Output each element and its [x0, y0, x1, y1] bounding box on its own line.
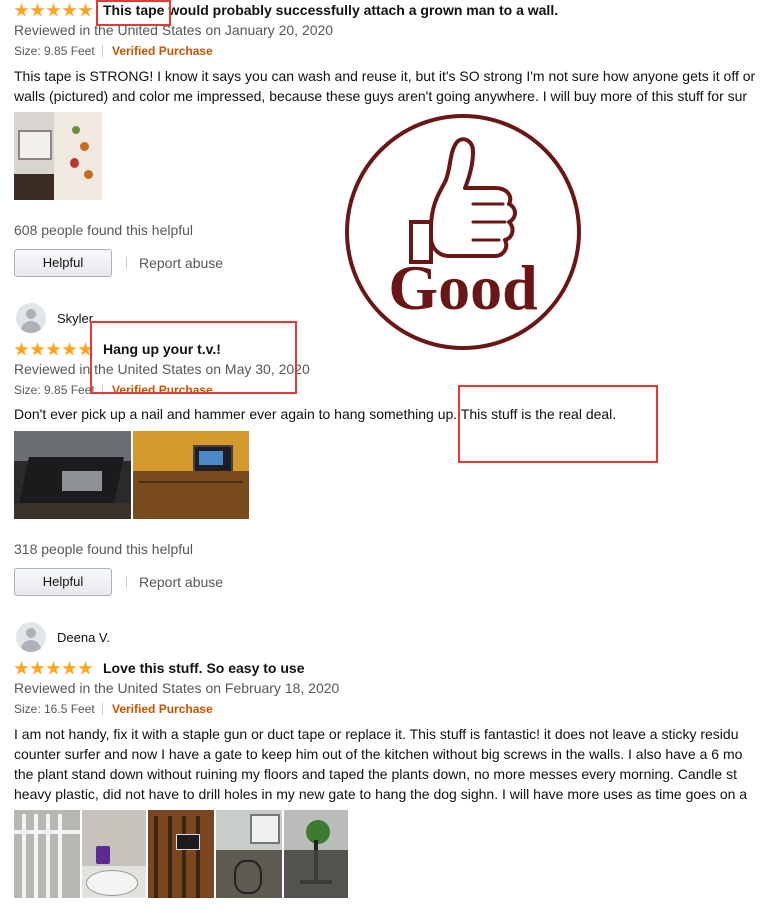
- review-date: Reviewed in the United States on January…: [14, 22, 334, 38]
- star-icon: [30, 3, 45, 17]
- stamp-text: Good: [388, 252, 538, 323]
- review-title[interactable]: Love this stuff. So easy to use: [103, 660, 305, 676]
- review-body-line: the plant stand down without ruining my …: [14, 766, 737, 782]
- star-icon: [30, 661, 45, 675]
- reviewer-name[interactable]: Skyler: [57, 311, 93, 326]
- report-abuse-link[interactable]: Report abuse: [139, 574, 223, 590]
- star-icon: [14, 342, 29, 356]
- helpful-button[interactable]: Helpful: [14, 568, 112, 596]
- review-body-line: heavy plastic, did not have to drill hol…: [14, 786, 748, 802]
- highlight-box: [90, 321, 297, 394]
- review-size: Size: 9.85 Feet: [14, 383, 95, 397]
- avatar: [16, 622, 46, 652]
- star-icon: [14, 3, 29, 17]
- highlight-box: [458, 385, 658, 463]
- helpful-button[interactable]: Helpful: [14, 249, 112, 277]
- star-rating: [14, 3, 93, 19]
- star-icon: [78, 661, 93, 675]
- avatar: [16, 303, 46, 333]
- review-photo[interactable]: [14, 810, 80, 898]
- star-icon: [46, 342, 61, 356]
- review-body-line: I am not handy, fix it with a staple gun…: [14, 726, 739, 742]
- star-icon: [30, 342, 45, 356]
- review-photo[interactable]: [82, 810, 146, 898]
- review-body-line: This tape is STRONG! I know it says you …: [14, 68, 756, 84]
- review-title[interactable]: This tape would probably successfully at…: [103, 2, 558, 18]
- divider: [126, 576, 127, 588]
- star-icon: [46, 661, 61, 675]
- star-rating: [14, 342, 93, 358]
- review-photo[interactable]: [14, 431, 131, 519]
- review-photo[interactable]: [148, 810, 214, 898]
- divider: [102, 45, 103, 57]
- review-size: Size: 16.5 Feet: [14, 702, 95, 716]
- star-icon: [62, 3, 77, 17]
- review-date: Reviewed in the United States on Februar…: [14, 680, 340, 696]
- highlight-box: [96, 0, 171, 26]
- star-icon: [78, 3, 93, 17]
- helpful-count: 318 people found this helpful: [14, 541, 194, 557]
- star-icon: [62, 661, 77, 675]
- star-icon: [46, 3, 61, 17]
- star-icon: [62, 342, 77, 356]
- verified-purchase-badge: Verified Purchase: [112, 44, 213, 58]
- review-photo[interactable]: [14, 112, 102, 200]
- report-abuse-link[interactable]: Report abuse: [139, 255, 223, 271]
- divider: [102, 703, 103, 715]
- review-body-line: counter surfer and now I have a gate to …: [14, 746, 743, 762]
- review-size: Size: 9.85 Feet: [14, 44, 95, 58]
- helpful-count: 608 people found this helpful: [14, 222, 194, 238]
- reviewer-name[interactable]: Deena V.: [57, 630, 110, 645]
- verified-purchase-badge: Verified Purchase: [112, 702, 213, 716]
- star-icon: [14, 661, 29, 675]
- divider: [126, 257, 127, 269]
- star-rating: [14, 661, 93, 677]
- good-stamp: Good: [345, 108, 581, 356]
- review-photo[interactable]: [133, 431, 249, 519]
- review-body-line: walls (pictured) and color me impressed,…: [14, 88, 748, 104]
- review-photo[interactable]: [284, 810, 348, 898]
- review-photo[interactable]: [216, 810, 282, 898]
